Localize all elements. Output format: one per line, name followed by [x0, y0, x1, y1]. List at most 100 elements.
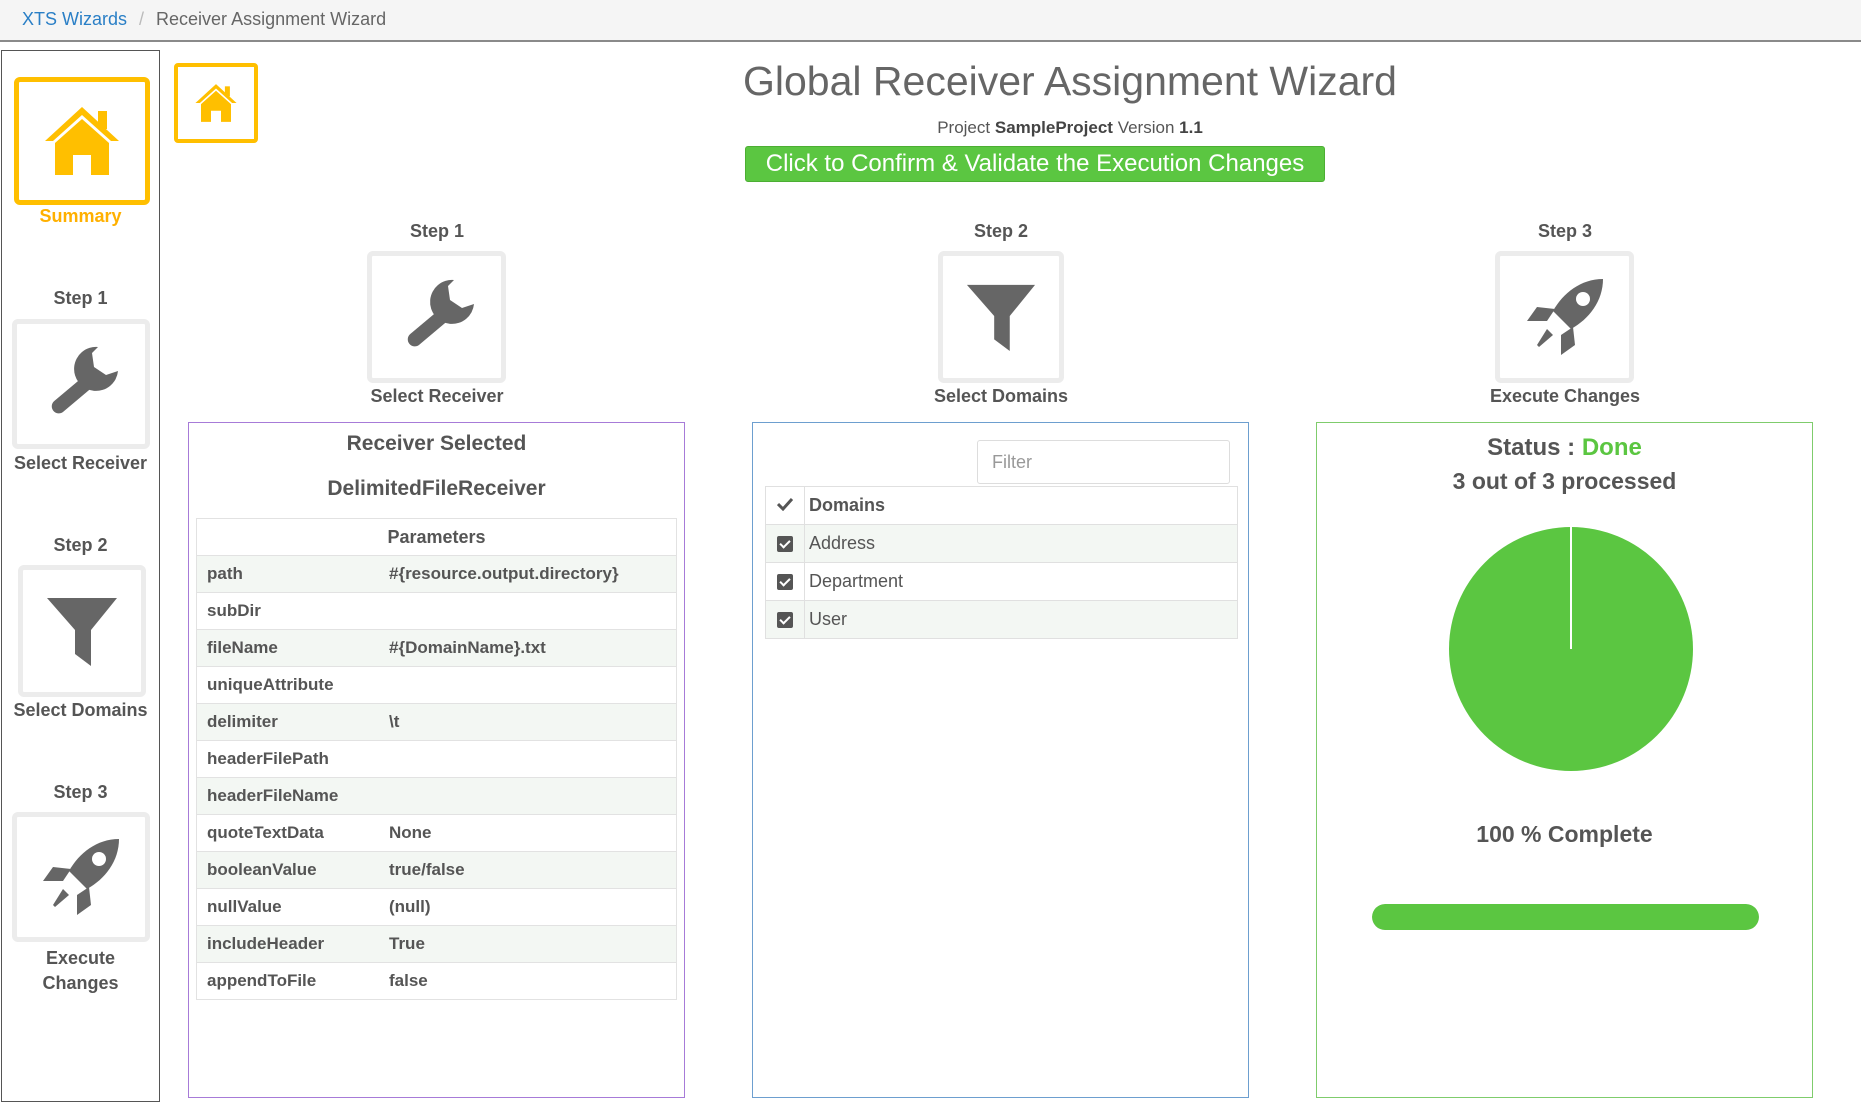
- parameter-value: [379, 740, 677, 778]
- sidebar-label-execute-line1: Execute: [45, 948, 116, 968]
- breadcrumb-link-xts-wizards[interactable]: XTS Wizards: [22, 9, 127, 29]
- domain-checkbox[interactable]: [777, 574, 793, 591]
- parameter-value: #{DomainName}.txt: [379, 629, 677, 667]
- domain-checkbox-cell[interactable]: [765, 600, 805, 639]
- sidebar-label-summary: Summary: [39, 206, 122, 226]
- receiver-heading: Receiver Selected: [346, 432, 527, 455]
- step3-title: Step 3: [1537, 221, 1593, 241]
- domains-column-header[interactable]: Domains: [804, 486, 1238, 525]
- parameter-key: headerFilePath: [196, 740, 379, 778]
- parameter-value: (null): [379, 888, 677, 926]
- wrench-icon: [48, 346, 118, 419]
- sidebar-label-select-receiver: Select Receiver: [13, 453, 148, 473]
- page-title: Global Receiver Assignment Wizard: [743, 58, 1397, 104]
- parameter-row: appendToFile false: [196, 962, 677, 1000]
- step1-label: Select Receiver: [370, 386, 504, 406]
- domain-filter-input[interactable]: [977, 440, 1230, 484]
- project-prefix: Project: [937, 118, 991, 137]
- parameter-row: booleanValue true/false: [196, 851, 677, 889]
- parameter-key: subDir: [196, 592, 379, 630]
- status-panel: Status : Done 3 out of 3 processed 100 %…: [1316, 422, 1813, 1098]
- parameter-key: fileName: [196, 629, 379, 667]
- domain-checkbox[interactable]: [777, 612, 793, 629]
- parameter-row: path #{resource.output.directory}: [196, 555, 677, 593]
- project-line: Project SampleProject Version 1.1: [640, 118, 1500, 138]
- parameter-value: [379, 592, 677, 630]
- parameter-key: booleanValue: [196, 851, 379, 889]
- parameter-value: \t: [379, 703, 677, 741]
- parameter-key: uniqueAttribute: [196, 666, 379, 704]
- parameter-row: includeHeader True: [196, 925, 677, 963]
- sidebar-label-select-domains: Select Domains: [13, 700, 148, 720]
- parameter-key: appendToFile: [196, 962, 379, 1000]
- domain-checkbox-cell[interactable]: [765, 524, 805, 563]
- parameter-value: [379, 666, 677, 704]
- progress-bar: [1372, 904, 1759, 930]
- step1-card[interactable]: [367, 251, 506, 383]
- project-name: SampleProject: [994, 118, 1113, 137]
- domain-row[interactable]: Department: [765, 562, 1238, 601]
- filter-icon: [966, 284, 1036, 352]
- home-icon: [45, 107, 119, 175]
- parameter-key: delimiter: [196, 703, 379, 741]
- domain-checkbox[interactable]: [777, 536, 793, 553]
- sidebar-item-select-domains[interactable]: [18, 565, 146, 697]
- domain-row[interactable]: User: [765, 600, 1238, 639]
- sidebar-item-select-receiver[interactable]: [12, 319, 150, 449]
- domain-name: Department: [804, 562, 1238, 601]
- confirm-validate-button[interactable]: Click to Confirm & Validate the Executio…: [745, 146, 1325, 182]
- receiver-name: DelimitedFileReceiver: [327, 477, 546, 500]
- check-icon: [776, 497, 794, 512]
- domains-table: Domains Address Department User: [765, 486, 1238, 639]
- sidebar-item-execute-changes[interactable]: [12, 812, 150, 942]
- step2-label: Select Domains: [933, 386, 1069, 406]
- domain-name: Address: [804, 524, 1238, 563]
- parameter-key: path: [196, 555, 379, 593]
- sidebar-item-summary[interactable]: [14, 77, 150, 205]
- processed-count: 3 out of 3 processed: [1452, 468, 1677, 494]
- domain-checkbox-cell[interactable]: [765, 562, 805, 601]
- completion-pie-chart: [1449, 527, 1693, 771]
- sidebar-label-execute-line2: Changes: [42, 973, 119, 993]
- domain-name: User: [804, 600, 1238, 639]
- step2-card[interactable]: [938, 251, 1064, 383]
- version-prefix: Version: [1117, 118, 1175, 137]
- rocket-icon: [43, 839, 119, 915]
- sidebar-step3-title: Step 3: [53, 782, 108, 802]
- parameter-value: #{resource.output.directory}: [379, 555, 677, 593]
- breadcrumb: XTS Wizards / Receiver Assignment Wizard: [0, 0, 1861, 42]
- parameter-value: false: [379, 962, 677, 1000]
- status-value: Done: [1581, 434, 1642, 461]
- parameters-table: Parameters path #{resource.output.directo…: [196, 518, 677, 1000]
- home-button[interactable]: [174, 63, 258, 143]
- step3-card[interactable]: [1495, 251, 1634, 383]
- domain-row[interactable]: Address: [765, 524, 1238, 563]
- select-all-checkbox[interactable]: [765, 486, 805, 525]
- receiver-panel: Receiver Selected DelimitedFileReceiver …: [188, 422, 685, 1098]
- parameters-header: Parameters: [196, 518, 677, 556]
- breadcrumb-separator: /: [139, 9, 145, 29]
- breadcrumb-current: Receiver Assignment Wizard: [156, 9, 387, 29]
- parameter-value: true/false: [379, 851, 677, 889]
- parameter-row: headerFileName: [196, 777, 677, 815]
- wrench-icon: [404, 279, 474, 352]
- complete-text: 100 % Complete: [1476, 821, 1653, 847]
- parameter-key: headerFileName: [196, 777, 379, 815]
- parameter-row: fileName #{DomainName}.txt: [196, 629, 677, 667]
- filter-icon: [47, 598, 117, 666]
- sidebar-step1-title: Step 1: [53, 288, 108, 308]
- domains-panel: Domains AddressDepartmentUser: [752, 422, 1249, 1098]
- parameter-key: nullValue: [196, 888, 379, 926]
- parameter-value: True: [379, 925, 677, 963]
- step1-title: Step 1: [409, 221, 465, 241]
- step2-title: Step 2: [973, 221, 1029, 241]
- version-number: 1.1: [1179, 118, 1203, 137]
- rocket-icon: [1526, 279, 1603, 355]
- parameter-row: uniqueAttribute: [196, 666, 677, 704]
- parameter-row: subDir: [196, 592, 677, 630]
- parameter-value: [379, 777, 677, 815]
- parameter-value: None: [379, 814, 677, 852]
- parameter-key: quoteTextData: [196, 814, 379, 852]
- parameter-key: includeHeader: [196, 925, 379, 963]
- parameter-row: delimiter \t: [196, 703, 677, 741]
